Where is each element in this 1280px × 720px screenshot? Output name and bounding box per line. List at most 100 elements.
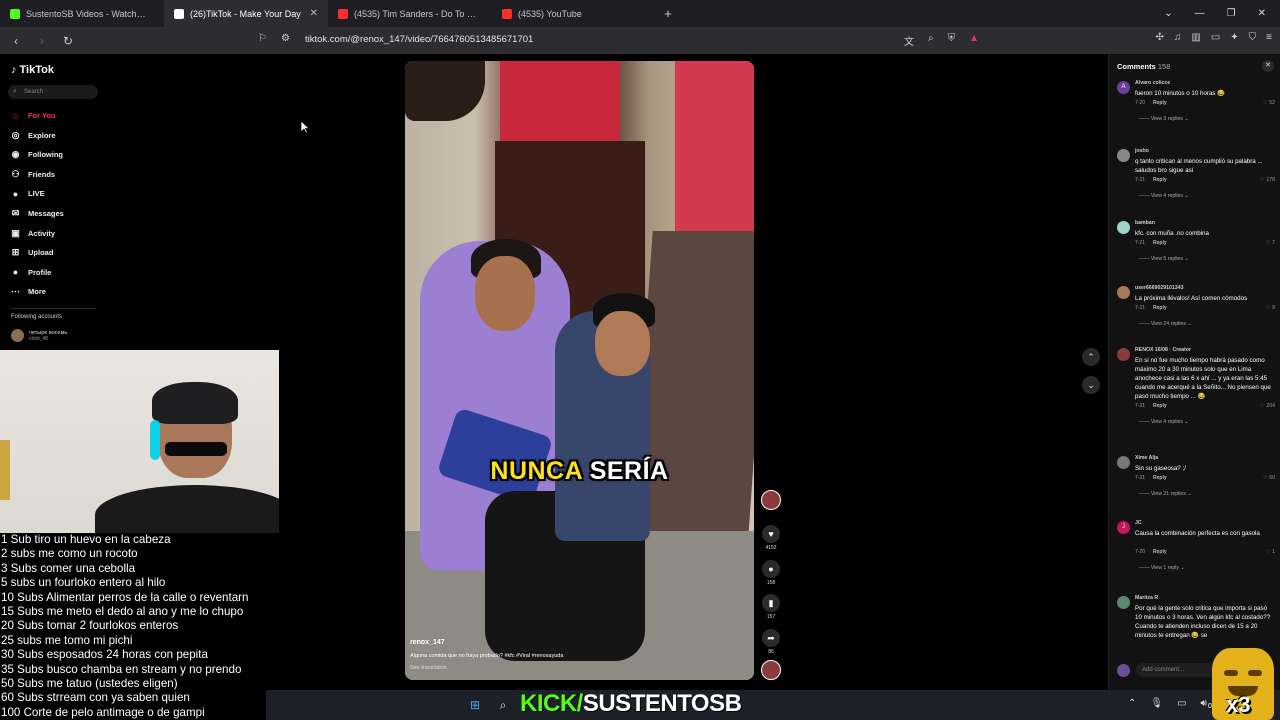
avatar[interactable]: A — [1117, 81, 1130, 94]
chevron-up-icon[interactable]: ⌃ — [1128, 698, 1136, 709]
wallet-icon[interactable]: ▭ — [1211, 32, 1220, 43]
tiktok-logo[interactable]: ♪ TikTok — [11, 64, 54, 76]
comment-like-button[interactable]: ♡ 52 — [1263, 100, 1275, 106]
comment-text: La próxima llévalos! Así comen cómodos — [1135, 295, 1248, 302]
comment-username[interactable]: josho — [1135, 148, 1149, 154]
video-author[interactable]: renox_147 — [410, 639, 445, 646]
bookmark-icon[interactable]: ⚐ — [258, 33, 267, 44]
media-icon[interactable]: ♫ — [1174, 32, 1182, 43]
search-input[interactable]: ⌕ Search — [8, 85, 98, 99]
close-comments-button[interactable]: ✕ — [1262, 60, 1274, 72]
back-icon[interactable]: ‹ — [6, 34, 26, 48]
site-info-icon[interactable]: ⚙ — [281, 33, 290, 44]
menu-icon[interactable]: ≡ — [1266, 32, 1272, 43]
comment-button[interactable]: ● 158 — [760, 560, 782, 586]
comment-like-button[interactable]: ♡ 1 — [1266, 549, 1275, 555]
nav-item-activity[interactable]: ▣ Activity — [10, 228, 55, 239]
avatar[interactable] — [1117, 348, 1130, 361]
nav-item-more[interactable]: ⋯ More — [10, 286, 46, 297]
view-replies-button[interactable]: —— View 3 replies ⌄ — [1139, 116, 1189, 122]
sidebar-icon[interactable]: ▥ — [1191, 32, 1200, 43]
extensions-icon[interactable]: ✣ — [1155, 32, 1163, 43]
browser-tab[interactable]: (4535) YouTube — [492, 0, 656, 27]
next-video-button[interactable]: ⌄ — [1082, 376, 1100, 394]
nav-item-explore[interactable]: ◎ Explore — [10, 130, 56, 141]
reply-button[interactable]: Reply — [1153, 305, 1167, 311]
restore-icon[interactable]: ❐ — [1227, 8, 1236, 19]
nav-item-messages[interactable]: ✉ Messages — [10, 208, 64, 219]
comment-meta: 7-21 Reply — [1135, 177, 1167, 183]
following-account[interactable]: четыре восемь cheti_48 — [11, 329, 67, 342]
shield-icon[interactable]: ⛨ — [948, 33, 956, 48]
like-button[interactable]: ♥ 4152 — [760, 525, 782, 551]
microphone-icon[interactable]: 🎙︎ — [1150, 698, 1163, 709]
view-replies-button[interactable]: —— View 24 replies ⌄ — [1139, 321, 1192, 327]
nav-item-for-you[interactable]: ⌂ For You — [10, 110, 56, 121]
reply-button[interactable]: Reply — [1153, 475, 1167, 481]
new-tab-button[interactable]: + — [656, 6, 680, 21]
minimize-icon[interactable]: — — [1195, 8, 1205, 19]
reply-button[interactable]: Reply — [1153, 177, 1167, 183]
windows-start-icon[interactable]: ⊞ — [466, 696, 484, 714]
tiktok-sidebar: ♪ TikTok ⌕ Search ⌂ For You ◎ Explore ◉ Follo… — [0, 54, 110, 354]
avatar[interactable] — [1117, 456, 1130, 469]
comment-username[interactable]: JC — [1135, 520, 1142, 526]
comment-like-button[interactable]: ♡ 7 — [1266, 240, 1275, 246]
reply-button[interactable]: Reply — [1153, 240, 1167, 246]
activity-icon: ▣ — [11, 227, 20, 238]
nav-item-friends[interactable]: ⚇ Friends — [10, 169, 55, 180]
search-icon[interactable]: ⌕ — [494, 696, 512, 714]
vpn-icon[interactable]: ⛉ — [1249, 32, 1257, 43]
see-translation-link[interactable]: See translation — [410, 665, 447, 671]
translate-icon[interactable]: 文 — [904, 33, 914, 48]
url-field[interactable]: tiktok.com/@renox_147/video/766476051348… — [305, 34, 533, 45]
avatar[interactable] — [1117, 221, 1130, 234]
comment-username[interactable]: Xime Alja — [1135, 455, 1158, 461]
comment-like-button[interactable]: ♡ 204 — [1260, 403, 1275, 409]
avatar[interactable] — [1117, 596, 1130, 609]
author-avatar-button[interactable] — [760, 490, 782, 510]
zoom-icon[interactable]: ⌕ — [928, 33, 934, 48]
nav-item-following[interactable]: ◉ Following — [10, 149, 63, 160]
nav-item-upload[interactable]: ⊞ Upload — [10, 247, 54, 258]
comment-username[interactable]: RENOX 16/08 · Creator — [1135, 347, 1191, 353]
comment-username[interactable]: user6669029101343 — [1135, 285, 1183, 291]
reply-button[interactable]: Reply — [1153, 403, 1167, 409]
nav-item-live[interactable]: ● LIVE — [10, 188, 45, 199]
previous-video-button[interactable]: ⌃ — [1082, 348, 1100, 366]
network-icon[interactable]: ▭ — [1177, 698, 1186, 709]
close-window-icon[interactable]: ✕ — [1258, 8, 1266, 19]
rewards-icon[interactable]: ▲ — [969, 33, 979, 48]
tab-close-icon[interactable]: ✕ — [310, 8, 318, 19]
volume-icon[interactable]: 🔊︎ — [1201, 698, 1207, 709]
reply-button[interactable]: Reply — [1153, 549, 1167, 555]
reload-icon[interactable]: ↻ — [58, 34, 78, 48]
tab-list-icon[interactable]: ⌄ — [1164, 8, 1172, 19]
nav-item-profile[interactable]: ● Profile — [10, 267, 52, 278]
view-replies-button[interactable]: —— View 4 replies ⌄ — [1139, 193, 1189, 199]
ai-icon[interactable]: ✦ — [1230, 32, 1238, 43]
share-button[interactable]: ➦ 86 — [760, 629, 782, 655]
browser-tab[interactable]: SustentoSB Videos - Watch On-Dem — [0, 0, 164, 27]
save-button[interactable]: ▮ 157 — [760, 594, 782, 620]
view-replies-button[interactable]: —— View 21 replies ⌄ — [1139, 491, 1192, 497]
view-replies-button[interactable]: —— View 1 reply ⌄ — [1139, 565, 1185, 571]
comment-username[interactable]: Maritza R — [1135, 595, 1158, 601]
view-replies-button[interactable]: —— View 4 replies ⌄ — [1139, 419, 1189, 425]
avatar[interactable] — [1117, 149, 1130, 162]
video-player[interactable]: NUNCA SERÍA renox_147 Alguna comida que … — [405, 61, 754, 680]
browser-tab[interactable]: (26)TikTok - Make Your Day ✕ — [164, 0, 328, 27]
avatar[interactable] — [1117, 286, 1130, 299]
browser-tab[interactable]: (4535) Tim Sanders - Do To Me (Exte — [328, 0, 492, 27]
sound-avatar-button[interactable] — [760, 660, 782, 680]
forward-icon[interactable]: › — [32, 34, 52, 48]
comment-like-button[interactable]: ♡ 9 — [1266, 305, 1275, 311]
reply-button[interactable]: Reply — [1153, 100, 1167, 106]
comment-like-button[interactable]: ♡ 178 — [1260, 177, 1275, 183]
avatar[interactable]: J — [1117, 521, 1130, 534]
subs-goal-item: 30 Subs esposados 24 horas con pepita — [1, 648, 208, 662]
view-replies-button[interactable]: —— View 5 replies ⌄ — [1139, 256, 1189, 262]
comment-like-button[interactable]: ♡ 50 — [1263, 475, 1275, 481]
comment-username[interactable]: Alvaro colicce — [1135, 80, 1170, 86]
comment-username[interactable]: bamban — [1135, 220, 1155, 226]
